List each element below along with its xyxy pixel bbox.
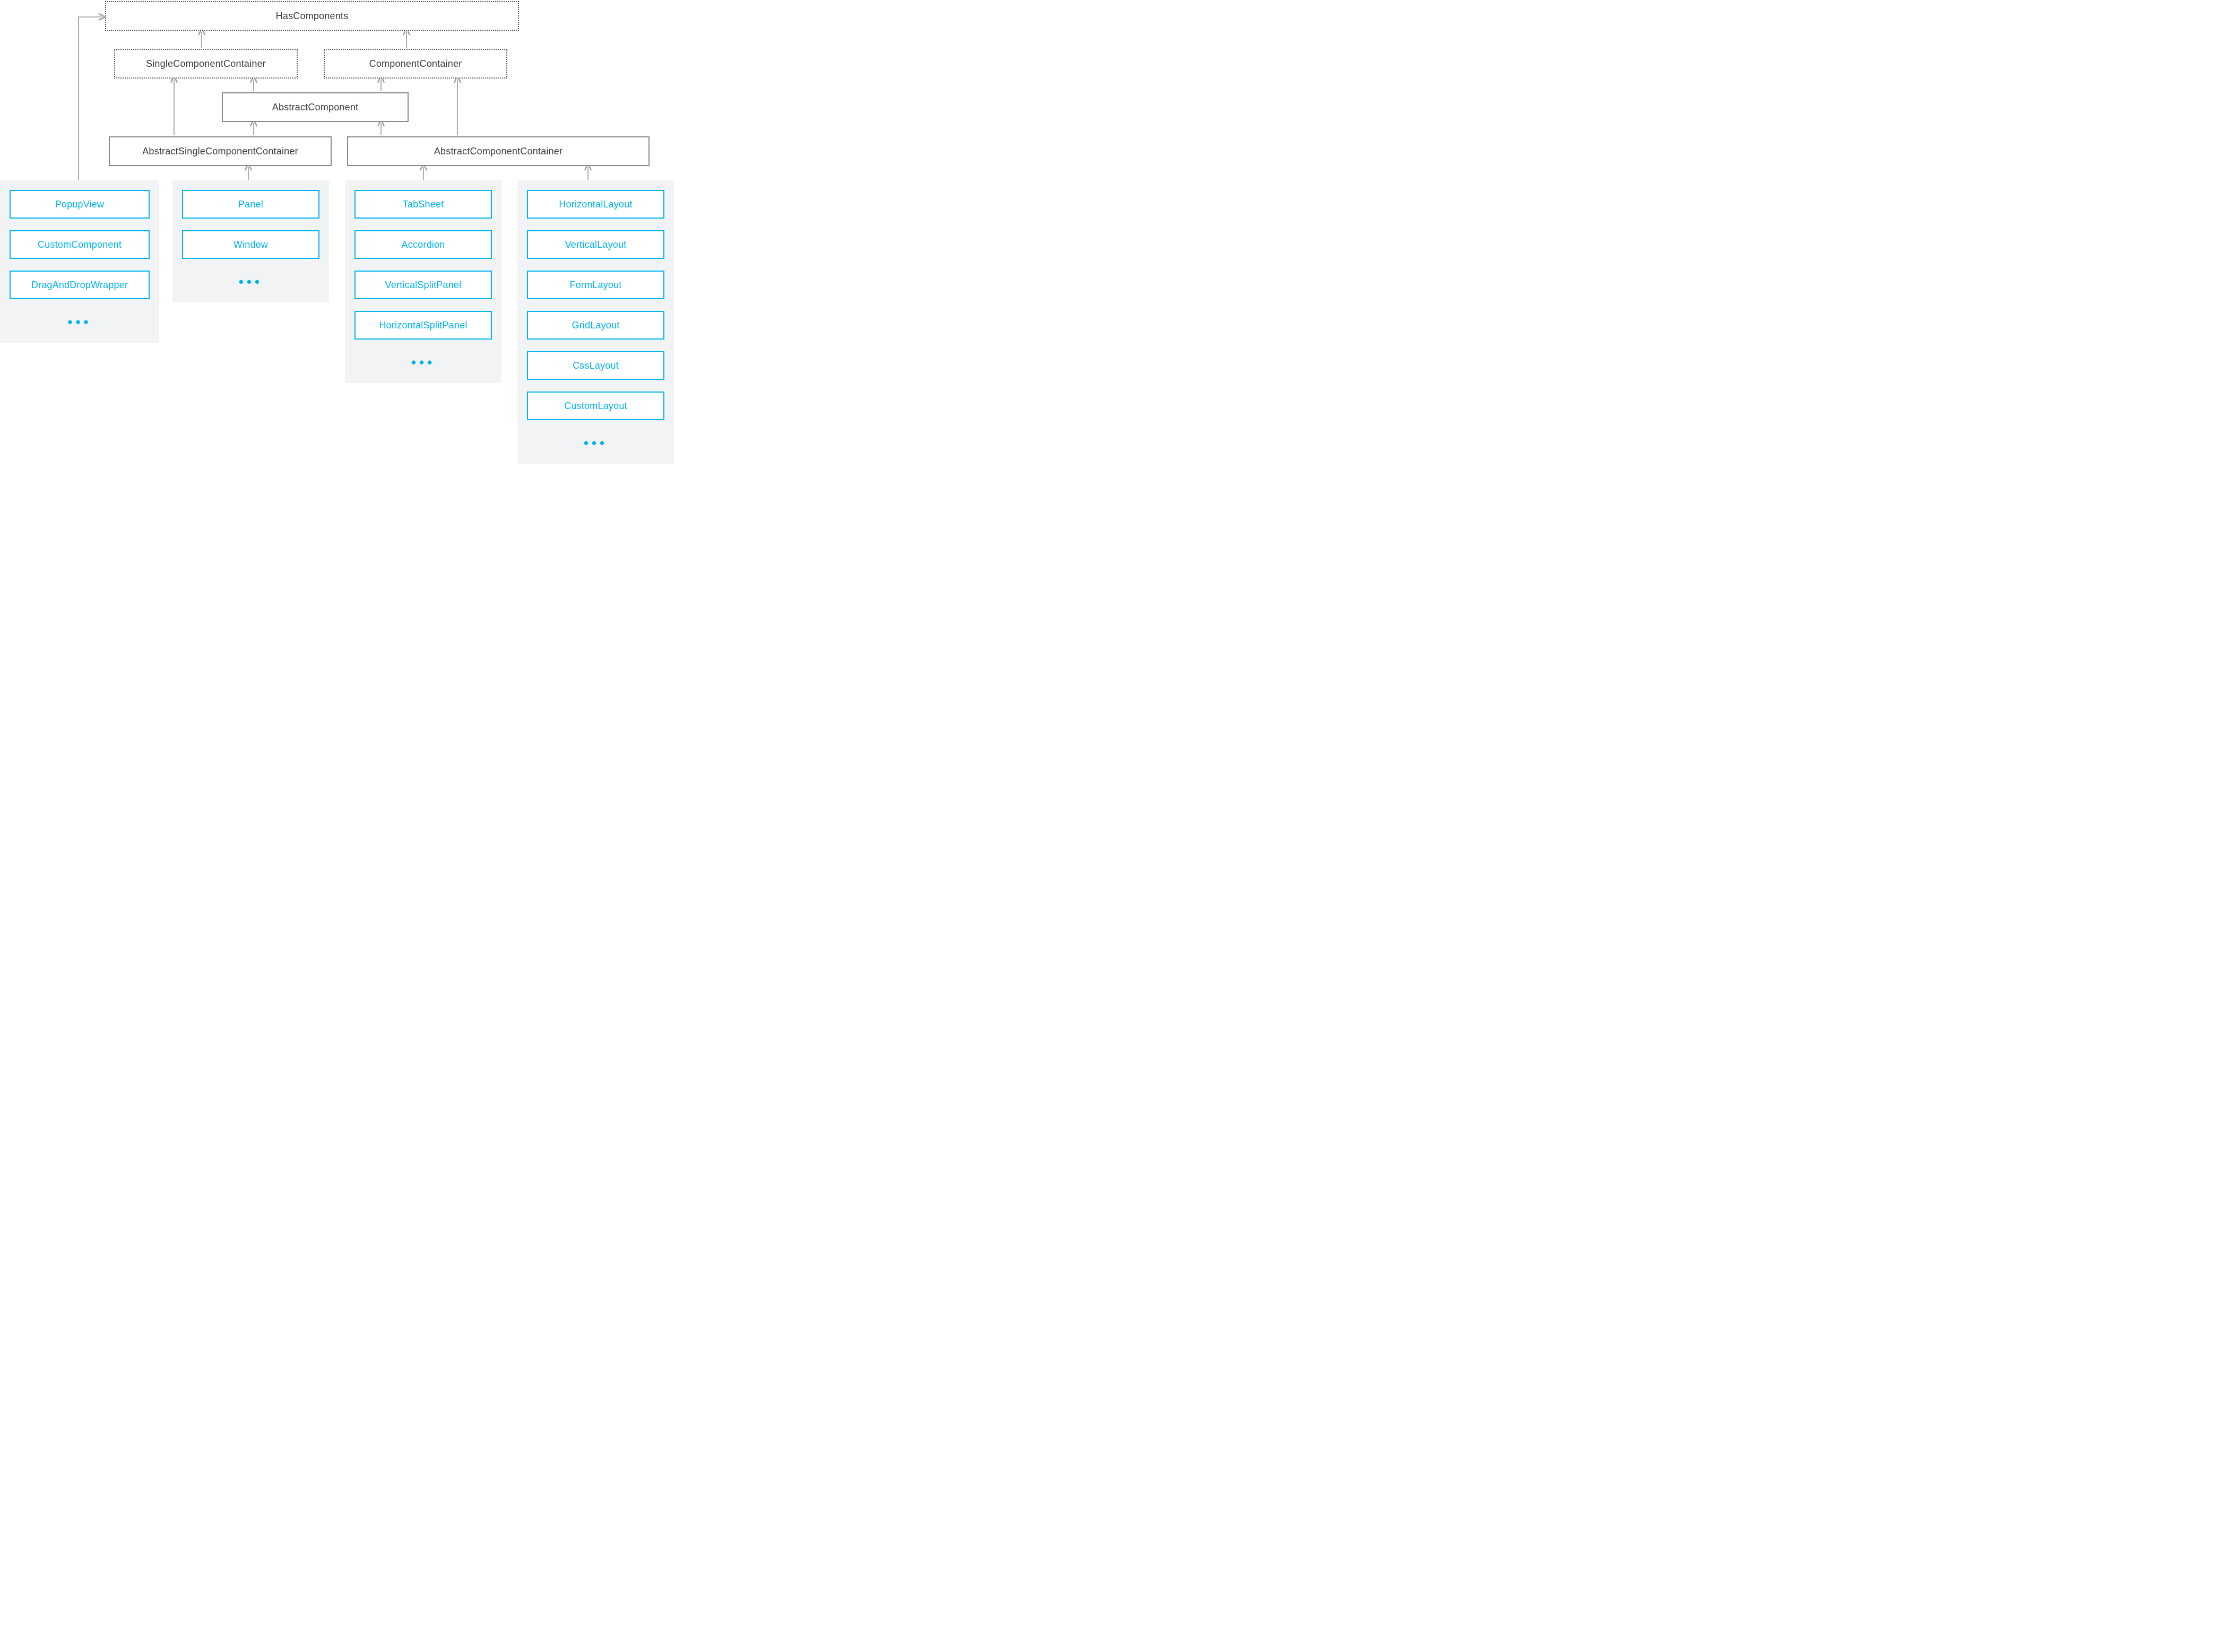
concrete-popupview: PopupView <box>10 190 150 219</box>
concrete-formlayout: FormLayout <box>527 271 664 299</box>
interface-has-components: HasComponents <box>105 1 519 31</box>
node-label: AbstractComponent <box>272 102 358 113</box>
node-label: VerticalLayout <box>565 239 627 250</box>
concrete-customcomponent: CustomComponent <box>10 230 150 259</box>
ellipsis-icon: ••• <box>527 432 664 458</box>
node-label: GridLayout <box>572 320 619 331</box>
node-label: SingleComponentContainer <box>146 58 266 69</box>
class-hierarchy-diagram: HasComponents SingleComponentContainer C… <box>0 0 679 504</box>
concrete-gridlayout: GridLayout <box>527 311 664 340</box>
concrete-group-single-container: Panel Window ••• <box>172 180 329 302</box>
concrete-panel: Panel <box>182 190 319 219</box>
node-label: DragAndDropWrapper <box>31 280 128 291</box>
concrete-draganddropwrapper: DragAndDropWrapper <box>10 271 150 299</box>
interface-single-component-container: SingleComponentContainer <box>114 49 298 79</box>
node-label: AbstractSingleComponentContainer <box>142 146 298 157</box>
concrete-customlayout: CustomLayout <box>527 392 664 420</box>
concrete-verticalsplitpanel: VerticalSplitPanel <box>354 271 492 299</box>
node-label: Panel <box>238 199 263 210</box>
node-label: HorizontalSplitPanel <box>379 320 467 331</box>
concrete-horizontalsplitpanel: HorizontalSplitPanel <box>354 311 492 340</box>
node-label: CustomLayout <box>564 401 627 412</box>
concrete-horizontallayout: HorizontalLayout <box>527 190 664 219</box>
abstract-component: AbstractComponent <box>222 92 409 122</box>
concrete-csslayout: CssLayout <box>527 351 664 380</box>
abstract-single-component-container: AbstractSingleComponentContainer <box>109 136 332 166</box>
ellipsis-icon: ••• <box>10 311 150 337</box>
node-label: HasComponents <box>276 11 349 22</box>
concrete-window: Window <box>182 230 319 259</box>
node-label: PopupView <box>55 199 105 210</box>
node-label: CssLayout <box>573 360 619 371</box>
node-label: FormLayout <box>569 280 621 291</box>
concrete-group-component-container-b: HorizontalLayout VerticalLayout FormLayo… <box>517 180 674 464</box>
concrete-group-hascomponents: PopupView CustomComponent DragAndDropWra… <box>0 180 159 343</box>
concrete-accordion: Accordion <box>354 230 492 259</box>
concrete-verticallayout: VerticalLayout <box>527 230 664 259</box>
node-label: Accordion <box>402 239 445 250</box>
interface-component-container: ComponentContainer <box>324 49 507 79</box>
node-label: TabSheet <box>403 199 444 210</box>
node-label: AbstractComponentContainer <box>434 146 563 157</box>
node-label: Window <box>233 239 268 250</box>
concrete-group-component-container-a: TabSheet Accordion VerticalSplitPanel Ho… <box>345 180 501 383</box>
ellipsis-icon: ••• <box>354 351 492 378</box>
node-label: VerticalSplitPanel <box>385 280 462 291</box>
node-label: HorizontalLayout <box>559 199 632 210</box>
abstract-component-container: AbstractComponentContainer <box>347 136 650 166</box>
ellipsis-icon: ••• <box>182 271 319 297</box>
node-label: CustomComponent <box>38 239 122 250</box>
concrete-tabsheet: TabSheet <box>354 190 492 219</box>
node-label: ComponentContainer <box>369 58 462 69</box>
